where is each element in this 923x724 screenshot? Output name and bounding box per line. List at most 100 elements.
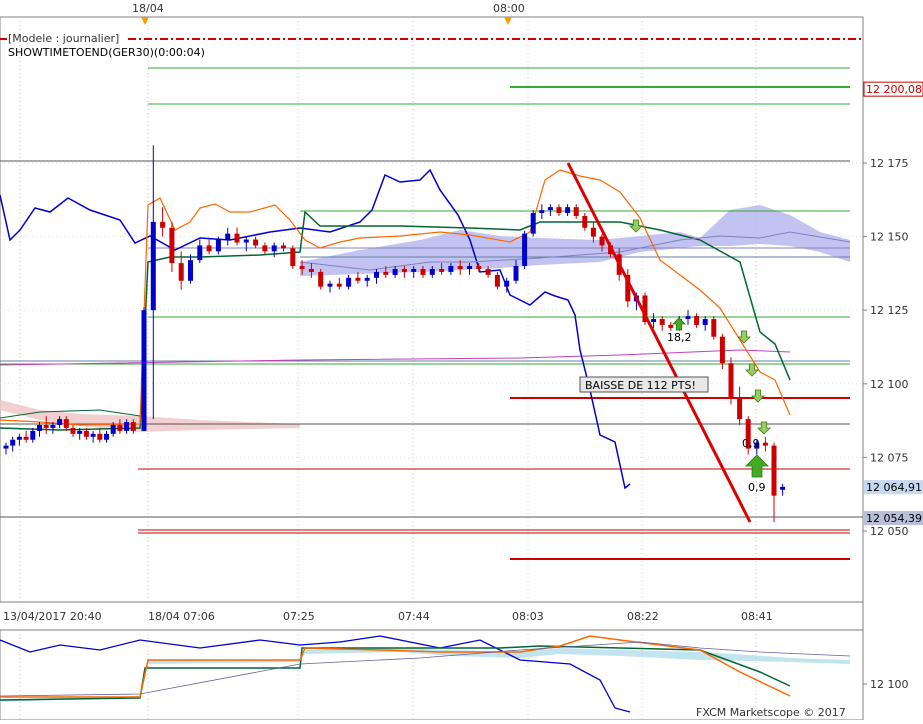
bull-candle — [3, 445, 9, 449]
bull-candle — [57, 419, 63, 426]
price-label-text: 12 054,39 — [866, 512, 922, 525]
bear-candle — [668, 324, 674, 328]
bear-candle — [97, 433, 103, 440]
chart-title: [Modele : journalier] — [8, 32, 119, 45]
bear-candle — [728, 363, 734, 399]
bear-candle — [719, 336, 725, 364]
bear-candle — [494, 274, 500, 287]
bull-candle — [243, 239, 249, 243]
time-tick: 07:44 — [398, 610, 430, 623]
price-tick: 12 125 — [870, 304, 909, 317]
bear-candle — [659, 319, 665, 325]
annotation-text: BAISSE DE 112 PTS! — [585, 379, 696, 392]
bear-candle — [290, 248, 296, 267]
bull-candle — [225, 233, 231, 240]
bear-candle — [169, 227, 175, 264]
bull-candle — [522, 233, 528, 267]
bear-candle — [401, 268, 407, 272]
bull-candle — [150, 221, 156, 311]
bear-candle — [70, 427, 76, 434]
bear-candle — [23, 436, 29, 440]
bear-candle — [457, 266, 463, 269]
bear-candle — [599, 236, 605, 246]
bear-candle — [485, 268, 491, 275]
bull-candle — [513, 266, 519, 281]
price-label-text: 12 064,91 — [866, 481, 922, 494]
signal-value-label: 0,9 — [742, 437, 760, 450]
copyright: FXCM Marketscope © 2017 — [696, 706, 846, 719]
bear-candle — [43, 425, 49, 428]
bull-candle — [547, 207, 553, 211]
bear-candle — [253, 239, 259, 246]
bear-candle — [178, 263, 184, 281]
bull-candle — [530, 213, 536, 234]
bear-candle — [771, 445, 777, 496]
bull-candle — [188, 260, 193, 281]
bull-candle — [651, 319, 657, 322]
bull-candle — [90, 433, 96, 437]
bear-candle — [556, 207, 562, 214]
bear-candle — [63, 419, 69, 428]
bull-candle — [702, 319, 708, 325]
bull-candle — [539, 210, 545, 214]
chart-background — [0, 0, 923, 720]
bear-candle — [308, 268, 314, 272]
bear-candle — [711, 319, 717, 337]
bull-candle — [104, 433, 109, 440]
price-chart[interactable]: [Modele : journalier] SHOWTIMETOEND(GER3… — [0, 0, 923, 721]
bear-candle — [737, 398, 743, 420]
bull-candle — [37, 425, 42, 431]
bear-candle — [762, 442, 768, 446]
time-tick: 08:41 — [741, 610, 773, 623]
bull-candle — [327, 283, 333, 287]
time-tick: 13/04/2017 20:40 — [3, 610, 102, 623]
bull-candle — [141, 310, 147, 431]
bull-candle — [685, 316, 691, 320]
bear-candle — [83, 430, 89, 437]
bull-candle — [30, 430, 36, 440]
price-label-text: 12 200,08 — [866, 83, 922, 96]
bull-candle — [77, 430, 83, 434]
bull-candle — [10, 439, 16, 446]
time-tick: 08:03 — [512, 610, 544, 623]
bear-candle — [318, 271, 324, 287]
bear-candle — [355, 277, 361, 281]
bull-candle — [50, 425, 56, 428]
bull-candle — [780, 486, 786, 490]
bear-candle — [234, 233, 240, 243]
chart-window[interactable]: [Modele : journalier] SHOWTIMETOEND(GER3… — [0, 0, 923, 721]
price-tick: 12 075 — [870, 451, 909, 464]
time-tick: 18/04 07:06 — [148, 610, 215, 623]
indicator-title: SHOWTIMETOEND(GER30)(0:00:04) — [8, 46, 205, 59]
price-label-ask: 12 054,39 — [864, 511, 923, 525]
bear-candle — [160, 221, 166, 228]
bear-candle — [281, 245, 286, 249]
bull-candle — [565, 207, 571, 214]
bull-candle — [110, 425, 116, 434]
bear-candle — [582, 215, 588, 228]
bull-candle — [411, 268, 417, 272]
baisse-annotation[interactable]: BAISSE DE 112 PTS! — [579, 376, 709, 393]
bear-candle — [694, 316, 700, 325]
bull-candle — [197, 245, 203, 261]
bull-candle — [504, 280, 510, 287]
bear-candle — [383, 271, 389, 275]
price-label-bid: 12 064,91 — [864, 480, 923, 495]
price-tick: 12 150 — [870, 231, 909, 244]
bear-candle — [206, 245, 212, 252]
bear-candle — [573, 207, 579, 216]
price-tick: 12 100 — [870, 378, 909, 391]
bull-candle — [392, 268, 398, 275]
lower-panel-tick: 12 100 — [870, 678, 909, 691]
bear-candle — [336, 283, 342, 287]
bear-candle — [420, 268, 426, 275]
signal-value-label: 18,2 — [667, 331, 692, 344]
bull-candle — [448, 266, 454, 272]
bear-candle — [299, 266, 305, 269]
price-label-resistance: 12 200,08 — [863, 81, 923, 97]
bull-candle — [374, 271, 379, 278]
bull-candle — [215, 239, 221, 252]
time-tick: 07:25 — [283, 610, 315, 623]
bear-candle — [439, 268, 445, 272]
price-tick: 12 050 — [870, 525, 909, 538]
